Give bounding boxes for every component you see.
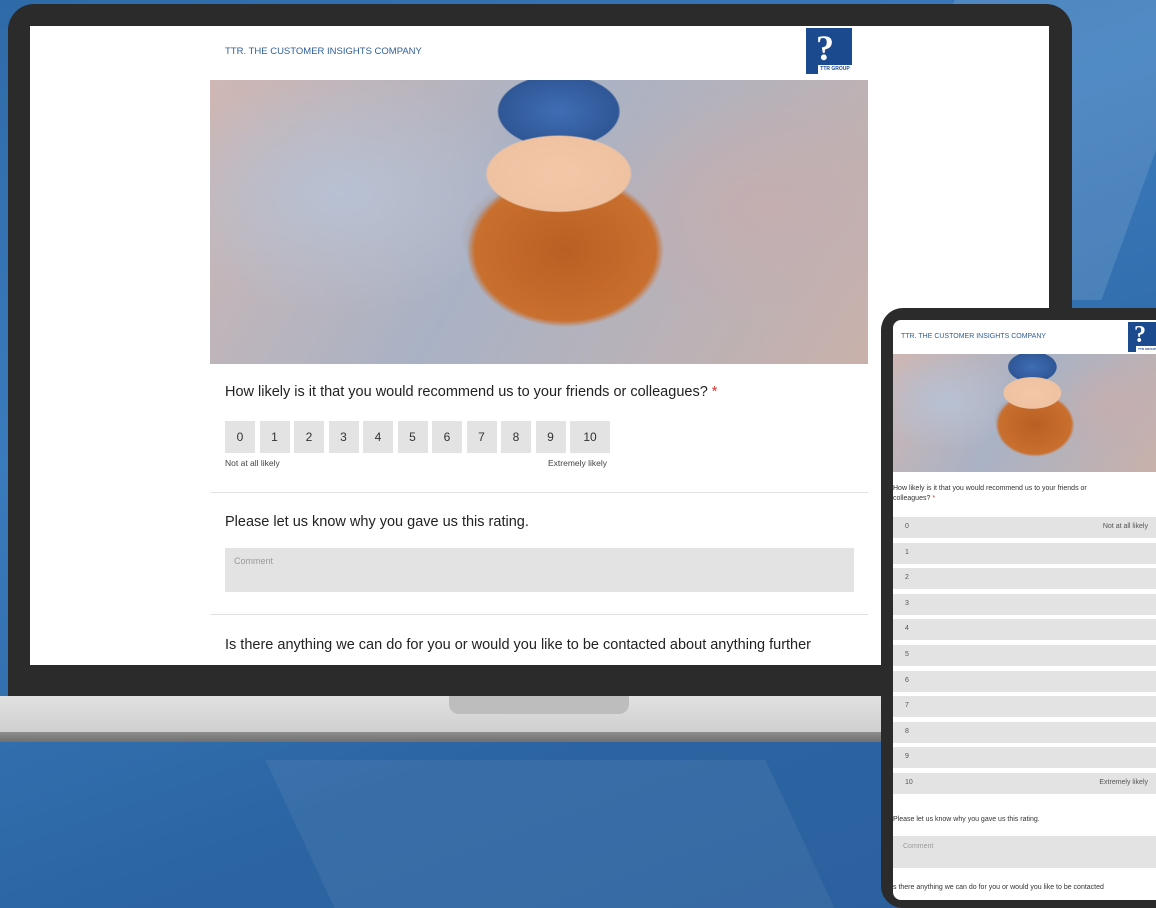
- section-divider: [210, 492, 868, 493]
- nps-option-2[interactable]: 2: [294, 421, 324, 453]
- mobile-nps-option-9[interactable]: 9: [893, 747, 1156, 769]
- mobile-nps-option-number: 1: [905, 548, 909, 556]
- mobile-nps-option-1[interactable]: 1: [893, 542, 1156, 564]
- nps-option-10[interactable]: 10: [570, 421, 610, 453]
- nps-question: How likely is it that you would recommen…: [225, 384, 718, 400]
- mobile-nps-option-8[interactable]: 8: [893, 721, 1156, 743]
- mobile-nps-option-number: 6: [905, 676, 909, 684]
- mobile-nps-option-number: 9: [905, 753, 909, 761]
- contact-question: Is there anything we can do for you or w…: [225, 637, 812, 653]
- required-mark: *: [711, 384, 718, 400]
- mobile-nps-option-0[interactable]: 0 Not at all likely: [893, 517, 1156, 538]
- reason-question: Please let us know why you gave us this …: [225, 514, 529, 530]
- nps-option-7[interactable]: 7: [466, 421, 497, 453]
- mobile-nps-low-label: Not at all likely: [1102, 523, 1148, 530]
- nps-option-6[interactable]: 6: [432, 421, 462, 453]
- nps-option-3[interactable]: 3: [328, 421, 359, 453]
- nps-option-4[interactable]: 4: [363, 421, 393, 453]
- nps-option-8[interactable]: 8: [501, 421, 531, 453]
- mobile-nps-option-number: 5: [905, 651, 909, 658]
- mobile-logo-label: TTR GROUP: [1136, 346, 1156, 352]
- mobile-nps-option-5[interactable]: 5: [893, 645, 1156, 666]
- mobile-nps-option-number: 2: [905, 574, 909, 582]
- mobile-company-name: TTR. THE CUSTOMER INSIGHTS COMPANY: [901, 333, 1047, 340]
- mobile-question-mark-icon: ?: [1134, 322, 1146, 348]
- background-facet: [265, 760, 835, 908]
- phone-screen: TTR. THE CUSTOMER INSIGHTS COMPANY ? TTR…: [893, 320, 1156, 900]
- mobile-nps-high-label: Extremely likely: [1099, 779, 1148, 786]
- mobile-comment-field[interactable]: Comment: [893, 836, 1156, 868]
- mobile-reason-question: Please let us know why you gave us this …: [893, 816, 1040, 823]
- laptop-notch: [449, 696, 629, 714]
- mobile-hero-image: [893, 354, 1156, 472]
- mobile-ttr-logo: ? TTR GROUP: [1128, 322, 1156, 352]
- question-mark-icon: ?: [816, 28, 834, 68]
- comment-field[interactable]: Comment: [225, 548, 854, 592]
- mobile-nps-option-10[interactable]: 10 Extremely likely: [893, 773, 1156, 794]
- mobile-nps-option-number: 0: [905, 523, 909, 530]
- mobile-nps-option-number: 8: [905, 727, 909, 735]
- mobile-nps-option-4[interactable]: 4: [893, 619, 1156, 641]
- mobile-nps-option-number: 3: [905, 599, 909, 607]
- mobile-nps-option-7[interactable]: 7: [893, 696, 1156, 718]
- nps-option-5[interactable]: 5: [397, 421, 428, 453]
- mobile-required-mark: *: [932, 495, 936, 502]
- company-name: TTR. THE CUSTOMER INSIGHTS COMPANY: [225, 46, 422, 57]
- nps-option-9[interactable]: 9: [535, 421, 566, 453]
- nps-option-1[interactable]: 1: [259, 421, 290, 453]
- logo-label: TTR GROUP: [818, 65, 852, 74]
- mobile-nps-option-number: 7: [905, 702, 909, 710]
- mobile-nps-option-number: 10: [905, 779, 913, 786]
- mobile-nps-question: How likely is it that you would recommen…: [893, 485, 1087, 502]
- mobile-nps-option-3[interactable]: 3: [893, 593, 1156, 615]
- mobile-nps-option-number: 4: [905, 625, 909, 633]
- nps-option-0[interactable]: 0: [225, 421, 255, 453]
- hero-image: [210, 80, 868, 364]
- mobile-nps-option-2[interactable]: 2: [893, 568, 1156, 590]
- mobile-contact-question: s there anything we can do for you or wo…: [893, 884, 1104, 891]
- section-divider: [210, 614, 868, 615]
- nps-high-label: Extremely likely: [548, 458, 608, 468]
- nps-low-label: Not at all likely: [225, 458, 280, 468]
- ttr-logo: ? TTR GROUP: [806, 28, 852, 74]
- mobile-nps-option-6[interactable]: 6: [893, 670, 1156, 692]
